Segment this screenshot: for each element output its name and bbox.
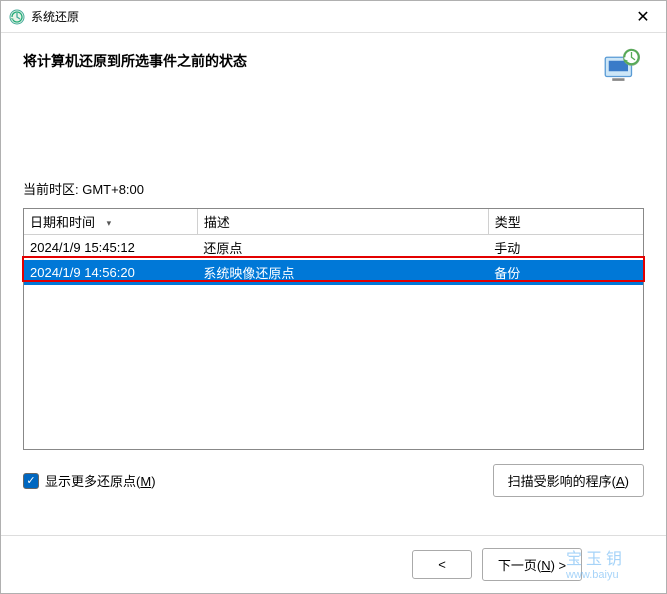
system-restore-hero-icon bbox=[600, 45, 642, 87]
table-header-row: 日期和时间 ▾ 描述 类型 bbox=[24, 209, 643, 235]
table-row[interactable]: 2024/1/9 15:45:12 还原点 手动 bbox=[24, 235, 643, 261]
options-row: ✓ 显示更多还原点(M) 扫描受影响的程序(A) bbox=[23, 464, 644, 497]
system-restore-window: 系统还原 ✕ 将计算机还原到所选事件之前的状态 当前时区: GMT+8:00 bbox=[0, 0, 667, 594]
table-row-empty bbox=[24, 395, 643, 417]
timezone-label: 当前时区: GMT+8:00 bbox=[23, 179, 644, 198]
titlebar: 系统还原 ✕ bbox=[1, 1, 666, 33]
table-row-empty bbox=[24, 307, 643, 329]
back-button-visible[interactable]: < bbox=[412, 550, 472, 579]
close-button[interactable]: ✕ bbox=[620, 1, 666, 33]
column-header-description[interactable]: 描述 bbox=[197, 209, 488, 235]
restore-points-table: 日期和时间 ▾ 描述 类型 2024/1/9 15:45:12 还原点 手动 bbox=[23, 208, 644, 450]
window-title: 系统还原 bbox=[31, 8, 620, 25]
next-button[interactable]: 下一页(N) > bbox=[482, 548, 582, 581]
page-heading: 将计算机还原到所选事件之前的状态 bbox=[23, 51, 644, 71]
checkbox-checked-icon: ✓ bbox=[23, 473, 39, 489]
scan-affected-programs-button[interactable]: 扫描受影响的程序(A) bbox=[493, 464, 644, 497]
column-header-type[interactable]: 类型 bbox=[488, 209, 643, 235]
table-row[interactable]: 2024/1/9 14:56:20 系统映像还原点 备份 bbox=[24, 260, 643, 285]
table-row-empty bbox=[24, 417, 643, 439]
table-row-empty bbox=[24, 329, 643, 351]
close-icon: ✕ bbox=[636, 7, 649, 27]
footer: < 上一步(B) < 下一页(N) > 取消 宝玉钥 www.baiyu bbox=[1, 535, 666, 593]
column-header-date[interactable]: 日期和时间 ▾ bbox=[24, 209, 197, 235]
table-row-empty bbox=[24, 285, 643, 307]
content-area: 将计算机还原到所选事件之前的状态 当前时区: GMT+8:00 日期和时间 bbox=[1, 33, 666, 535]
show-more-checkbox[interactable]: ✓ 显示更多还原点(M) bbox=[23, 471, 493, 490]
restore-icon bbox=[9, 9, 25, 25]
table-row-empty bbox=[24, 373, 643, 395]
table-row-empty bbox=[24, 351, 643, 373]
sort-caret-icon: ▾ bbox=[107, 218, 112, 228]
